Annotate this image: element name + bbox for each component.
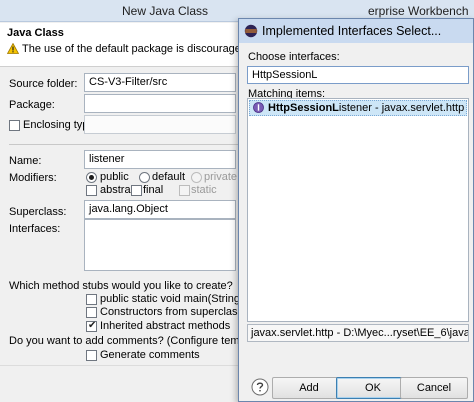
constructors-label: Constructors from superclass	[100, 306, 244, 318]
final-label: final	[143, 184, 164, 196]
warning-icon	[7, 43, 19, 54]
source-folder-field[interactable]: CS-V3-Filter/src	[84, 73, 236, 92]
constructors-checkbox[interactable]	[86, 307, 97, 318]
selected-item-location: javax.servlet.http - D:\Myec...ryset\EE_…	[247, 324, 469, 342]
background-app-title: erprise Workbench	[368, 4, 469, 18]
separator	[0, 365, 238, 366]
name-label: Name:	[9, 155, 42, 167]
default-label: default	[152, 171, 186, 183]
static-checkbox[interactable]	[179, 185, 190, 196]
superclass-field[interactable]: java.lang.Object	[84, 200, 236, 219]
interfaces-label: Interfaces:	[9, 223, 61, 235]
default-radio[interactable]	[139, 172, 150, 183]
separator	[9, 144, 238, 145]
package-field[interactable]	[84, 94, 236, 113]
name-field[interactable]: listener	[84, 150, 236, 169]
superclass-label: Superclass:	[9, 206, 67, 218]
generate-comments-checkbox[interactable]	[86, 350, 97, 361]
enclosing-type-checkbox[interactable]	[9, 120, 20, 131]
private-label: private	[204, 171, 238, 183]
inherited-methods-label: Inherited abstract methods	[100, 320, 231, 332]
abstract-checkbox[interactable]	[86, 185, 97, 196]
cancel-button[interactable]: Cancel	[400, 377, 468, 399]
interface-icon	[253, 102, 264, 113]
interface-search-input[interactable]	[247, 66, 469, 84]
private-radio[interactable]	[191, 172, 202, 183]
help-icon[interactable]	[251, 378, 269, 396]
source-folder-label: Source folder:	[9, 78, 78, 90]
eclipse-icon	[244, 24, 258, 38]
public-radio[interactable]	[86, 172, 97, 183]
stubs-question: Which method stubs would you like to cre…	[9, 280, 233, 292]
public-label: public	[100, 171, 129, 183]
match-item-rest: istener - javax.servlet.http	[338, 102, 465, 114]
interfaces-list[interactable]	[84, 219, 236, 271]
check-icon: ✔	[88, 320, 97, 331]
interfaces-selection-title: Implemented Interfaces Select...	[262, 24, 442, 38]
ok-button[interactable]: OK	[336, 377, 410, 399]
new-java-class-title: New Java Class	[121, 4, 209, 18]
static-label: static	[191, 184, 217, 196]
match-item-label: HttpSessionListener - javax.servlet.http	[268, 102, 464, 114]
modifiers-label: Modifiers:	[9, 172, 57, 184]
generate-comments-label: Generate comments	[100, 349, 200, 361]
enclosing-type-field[interactable]	[84, 115, 236, 134]
wizard-header-title: Java Class	[7, 27, 64, 39]
match-item-bold: HttpSessionL	[268, 102, 339, 114]
package-label: Package:	[9, 99, 55, 111]
matching-items-list[interactable]	[247, 98, 469, 322]
window-edge	[0, 372, 18, 394]
add-button[interactable]: Add	[272, 377, 346, 399]
final-checkbox[interactable]	[131, 185, 142, 196]
main-stub-checkbox[interactable]	[86, 294, 97, 305]
wizard-header-message: The use of the default package is discou…	[22, 43, 251, 55]
choose-interfaces-label: Choose interfaces:	[248, 51, 340, 63]
inherited-methods-checkbox[interactable]: ✔	[86, 320, 97, 332]
